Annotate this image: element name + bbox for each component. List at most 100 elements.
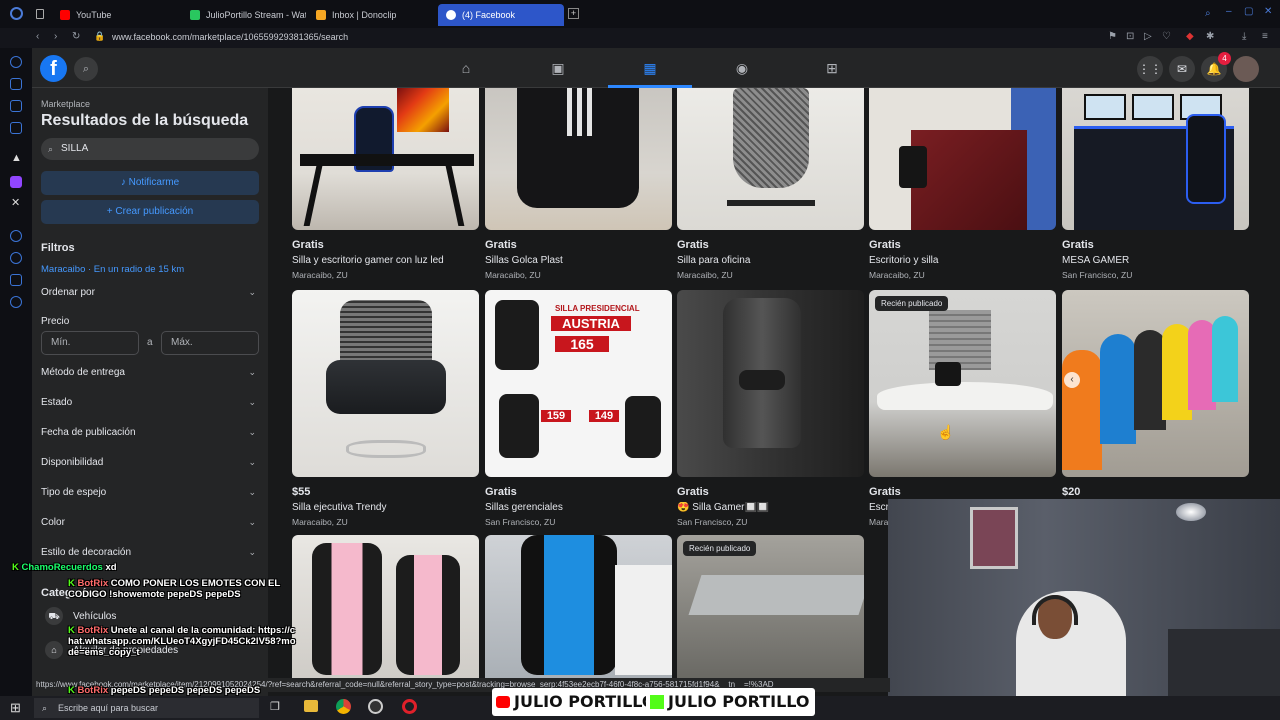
tab-kick-stream[interactable]: JulioPortillo Stream - Wat — [182, 4, 306, 26]
menu-icon[interactable]: ≡ — [1262, 31, 1268, 42]
history-icon[interactable] — [10, 252, 22, 264]
extensions-icon[interactable]: ⚑ — [1108, 31, 1117, 42]
heart-icon[interactable]: ♡ — [1162, 31, 1171, 42]
home-icon[interactable]: ⌂ — [456, 58, 476, 78]
task-view-icon[interactable]: ❐ — [270, 700, 280, 713]
opera-icon[interactable] — [402, 699, 417, 714]
opera-logo-icon[interactable] — [10, 7, 23, 20]
settings-icon[interactable] — [10, 296, 22, 308]
obs-icon[interactable] — [368, 699, 383, 714]
breadcrumb[interactable]: Marketplace — [41, 99, 90, 109]
mirror-type-filter[interactable]: Tipo de espejo ⌄ — [41, 487, 256, 498]
listing-photo[interactable] — [1062, 88, 1249, 230]
notify-button[interactable]: ♪ Notificarme — [41, 171, 259, 195]
tab-facebook[interactable]: (4) Facebook — [438, 4, 564, 26]
menu-grid-icon[interactable]: ⋮⋮ — [1137, 56, 1163, 82]
location-filter[interactable]: Maracaibo · En un radio de 15 km — [41, 264, 184, 275]
vpn-icon[interactable]: ◆ — [1186, 31, 1194, 42]
listing-photo[interactable] — [869, 88, 1056, 230]
listing-card[interactable]: Recién publicado ☝ Gratis Escri Mara — [869, 290, 1056, 527]
puzzle-icon[interactable]: ✱ — [1206, 31, 1214, 42]
forward-button[interactable]: › — [54, 31, 57, 42]
listing-photo[interactable] — [677, 88, 864, 230]
office-chair — [899, 146, 927, 188]
listing-photo[interactable] — [485, 88, 672, 230]
taskbar-search-input[interactable]: ⌕ Escribe aquí para buscar — [34, 698, 259, 718]
l-shaped-desk — [877, 382, 1053, 410]
create-listing-button[interactable]: + Crear publicación — [41, 200, 259, 224]
gaming-icon[interactable]: ⊞ — [822, 58, 842, 78]
carousel-prev-icon[interactable]: ‹ — [1064, 372, 1080, 388]
availability-filter[interactable]: Disponibilidad ⌄ — [41, 457, 256, 468]
category-vehicles[interactable]: ⛟ Vehículos — [41, 607, 256, 625]
groups-icon[interactable]: ◉ — [732, 58, 752, 78]
chrome-icon[interactable] — [336, 699, 351, 714]
sidebar-app-icon[interactable] — [10, 100, 22, 112]
condition-filter[interactable]: Estado ⌄ — [41, 397, 256, 408]
listing-photo[interactable]: Recién publicado ☝ — [869, 290, 1056, 477]
price-min-input[interactable]: Mín. — [41, 331, 139, 355]
listing-card[interactable]: Gratis Silla para oficina Maracaibo, ZU — [677, 88, 864, 280]
page-icon[interactable] — [36, 9, 44, 19]
listing-card[interactable] — [292, 535, 479, 678]
minimize-button[interactable]: – — [1226, 6, 1232, 17]
search-input[interactable]: ⌕ SILLA — [41, 138, 259, 160]
listing-card[interactable]: ‹ $20 — [1062, 290, 1249, 506]
chat-user: BotRix — [77, 685, 109, 696]
price-separator: a — [147, 337, 153, 348]
sidebar-app-icon[interactable] — [10, 274, 22, 286]
file-explorer-icon[interactable] — [304, 700, 318, 712]
listing-card[interactable]: SILLA PRESIDENCIAL AUSTRIA 165 159 149 G… — [485, 290, 672, 527]
sidebar-app-icon[interactable]: ▲ — [11, 152, 22, 164]
delivery-filter[interactable]: Método de entrega ⌄ — [41, 367, 256, 378]
maximize-button[interactable]: ▢ — [1244, 6, 1253, 17]
close-window-button[interactable]: ✕ — [1264, 6, 1272, 17]
decor-filter[interactable]: Estilo de decoración ⌄ — [41, 547, 256, 558]
x-icon[interactable]: ✕ — [11, 196, 20, 209]
date-filter[interactable]: Fecha de publicación ⌄ — [41, 427, 256, 438]
sort-filter[interactable]: Ordenar por ⌄ — [41, 287, 256, 298]
sidebar-app-icon[interactable] — [10, 56, 22, 68]
listing-photo[interactable] — [292, 535, 479, 678]
avatar[interactable] — [1233, 56, 1259, 82]
back-button[interactable]: ‹ — [36, 31, 39, 42]
twitch-icon[interactable] — [10, 176, 22, 188]
listing-photo[interactable] — [677, 290, 864, 477]
listing-photo[interactable] — [485, 535, 672, 678]
listing-photo[interactable]: SILLA PRESIDENCIAL AUSTRIA 165 159 149 — [485, 290, 672, 477]
reload-button[interactable]: ↻ — [72, 31, 80, 42]
url-field[interactable]: www.facebook.com/marketplace/10655992938… — [112, 32, 348, 42]
listing-card[interactable]: Gratis Silla y escritorio gamer con luz … — [292, 88, 479, 280]
windows-start-icon[interactable]: ⊞ — [10, 700, 21, 716]
listing-photo[interactable]: ‹ — [1062, 290, 1249, 477]
listing-card[interactable] — [485, 535, 672, 678]
sidebar-app-icon[interactable] — [10, 230, 22, 242]
play-icon[interactable]: ▷ — [1144, 31, 1152, 42]
snapshot-icon[interactable]: ⊡ — [1126, 31, 1134, 42]
facebook-logo[interactable]: f — [40, 55, 67, 82]
search-icon[interactable]: ⌕ — [74, 57, 98, 81]
tab-youtube[interactable]: YouTube — [52, 4, 180, 26]
listing-card[interactable]: Gratis Sillas Golca Plast Maracaibo, ZU — [485, 88, 672, 280]
marketplace-icon[interactable]: ▦ — [640, 58, 660, 78]
color-filter[interactable]: Color ⌄ — [41, 517, 256, 528]
sidebar-app-icon[interactable] — [10, 122, 22, 134]
listing-photo[interactable] — [292, 88, 479, 230]
listing-card[interactable]: Gratis MESA GAMER San Francisco, ZU — [1062, 88, 1249, 280]
messenger-icon[interactable]: ✉ — [1169, 56, 1195, 82]
sidebar-app-icon[interactable] — [10, 78, 22, 90]
video-icon[interactable]: ▣ — [548, 58, 568, 78]
listing-card[interactable]: $55 Silla ejecutiva Trendy Maracaibo, ZU — [292, 290, 479, 527]
lock-icon: 🔒 — [94, 31, 106, 41]
search-tabs-icon[interactable]: ⌕ — [1205, 8, 1211, 19]
listing-card[interactable]: Gratis 😍 Silla Gamer🔲🔲 San Francisco, ZU — [677, 290, 864, 527]
new-tab-button[interactable]: + — [568, 8, 579, 19]
tab-donoclip[interactable]: Inbox | Donoclip — [308, 4, 434, 26]
listing-photo[interactable]: Recién publicado — [677, 535, 864, 678]
price-max-input[interactable]: Máx. — [161, 331, 259, 355]
download-icon[interactable]: ⤓ — [1242, 31, 1246, 42]
listing-photo[interactable] — [292, 290, 479, 477]
listing-title: 😍 Silla Gamer🔲🔲 — [677, 502, 770, 513]
listing-card[interactable]: Gratis Escritorio y silla Maracaibo, ZU — [869, 88, 1056, 280]
listing-card[interactable]: Recién publicado — [677, 535, 864, 678]
